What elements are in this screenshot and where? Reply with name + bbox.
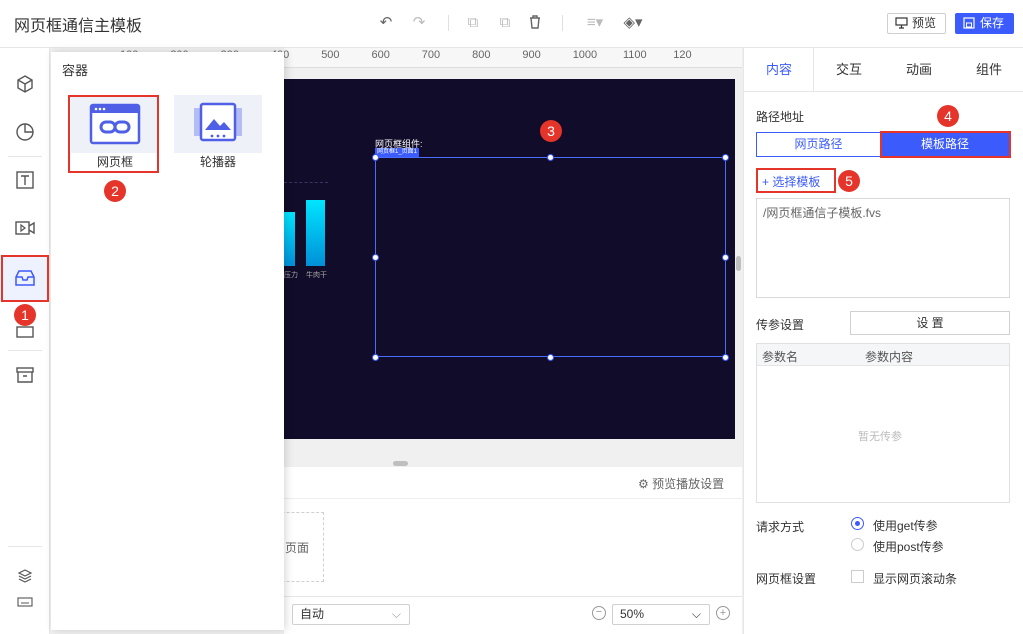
chart-bar-label: 牛肉干	[306, 272, 327, 279]
ruler-tick-label: 1100	[623, 49, 647, 61]
resize-handle[interactable]	[722, 254, 729, 261]
preview-button[interactable]: 预览	[887, 13, 946, 34]
step-badge: 3	[540, 120, 562, 142]
divider	[8, 546, 42, 547]
chart-bar	[306, 200, 325, 266]
param-label: 传参设置	[756, 318, 805, 332]
undo-icon[interactable]: ↶	[377, 14, 395, 32]
get-radio-label[interactable]: 使用get传参	[873, 517, 938, 534]
request-method-label: 请求方式	[756, 520, 805, 534]
toolbar-divider	[562, 15, 563, 31]
post-radio-label[interactable]: 使用post传参	[873, 538, 944, 555]
preview-settings-link[interactable]: ⚙ 预览播放设置	[638, 475, 724, 492]
zoom-in-icon[interactable]: +	[716, 606, 730, 620]
resize-handle[interactable]	[547, 154, 554, 161]
template-path-field[interactable]: /网页框通信子模板.fvs	[756, 198, 1010, 298]
param-value-header: 参数内容	[865, 350, 914, 364]
horizontal-scrollbar[interactable]	[284, 459, 742, 467]
show-scrollbar-checkbox[interactable]	[851, 570, 864, 583]
ruler-tick-label: 700	[421, 49, 441, 61]
chart-bar-label: 压力	[284, 272, 298, 279]
resize-handle[interactable]	[547, 354, 554, 361]
resize-handle[interactable]	[722, 354, 729, 361]
copy-icon[interactable]: ⧉	[464, 14, 482, 32]
resize-handle[interactable]	[722, 154, 729, 161]
zoom-select[interactable]: 50% ⌵	[612, 604, 710, 625]
step-badge: 1	[14, 304, 36, 326]
layers-icon[interactable]	[11, 562, 39, 590]
divider	[284, 498, 742, 499]
resize-handle[interactable]	[372, 254, 379, 261]
web-frame-component[interactable]	[375, 157, 726, 357]
play-mode-select[interactable]: 自动 ⌵	[292, 604, 410, 625]
ruler-tick-label: 800	[472, 49, 491, 61]
resize-handle[interactable]	[372, 154, 379, 161]
carousel-component-tile[interactable]	[174, 95, 262, 153]
path-label: 路径地址	[756, 110, 805, 124]
save-button[interactable]: 保存	[955, 13, 1014, 34]
highlight-box	[1, 255, 49, 302]
align-icon[interactable]: ≡▾	[582, 14, 608, 32]
post-radio[interactable]	[851, 538, 864, 551]
tab-interaction[interactable]: 交互	[814, 48, 884, 92]
vertical-scrollbar-thumb[interactable]	[736, 256, 741, 271]
show-scrollbar-label[interactable]: 显示网页滚动条	[873, 570, 957, 587]
text-icon[interactable]	[11, 166, 39, 194]
pie-chart-icon[interactable]	[11, 118, 39, 146]
video-icon[interactable]	[11, 214, 39, 242]
cube-icon[interactable]	[11, 70, 39, 98]
highlight-box	[880, 131, 1011, 158]
step-badge: 5	[838, 170, 860, 192]
ruler-tick-label: 900	[522, 49, 541, 61]
ruler-tick-label: 1000	[572, 49, 598, 61]
ruler-tick-label: 500	[321, 49, 340, 61]
delete-icon[interactable]	[526, 14, 544, 32]
chevron-down-icon: ⌵	[691, 607, 701, 621]
chart-gridline	[284, 182, 328, 183]
frame-settings-label: 网页框设置	[756, 572, 817, 586]
app-title: 网页框通信主模板	[14, 18, 143, 35]
tab-animation[interactable]: 动画	[884, 48, 954, 92]
param-name-header: 参数名	[762, 350, 799, 364]
param-settings-button[interactable]: 设 置	[850, 311, 1010, 335]
tab-divider	[744, 48, 814, 92]
tab-component[interactable]: 组件	[954, 48, 1023, 92]
web-path-option[interactable]: 网页路径	[756, 132, 881, 157]
redo-icon[interactable]: ↷	[410, 14, 428, 32]
toolbar-divider	[448, 15, 449, 31]
scrollbar-thumb[interactable]	[393, 461, 408, 466]
chart-bar	[284, 212, 295, 266]
page-card-label: 页面	[285, 541, 310, 555]
highlight-box	[756, 168, 836, 193]
horizontal-ruler: 10020030040050060070080090010001100120	[120, 48, 742, 68]
highlight-box	[68, 95, 159, 173]
carousel-label[interactable]: 轮播器	[174, 153, 262, 170]
panel-title: 容器	[62, 63, 89, 78]
layers-icon[interactable]: ◈▾	[620, 14, 646, 32]
divider	[8, 156, 42, 157]
divider	[8, 350, 42, 351]
zoom-out-icon[interactable]: −	[592, 606, 606, 620]
component-tag: 网页框1_页面1	[375, 148, 420, 157]
ruler-tick-label: 600	[371, 49, 390, 61]
get-radio[interactable]	[851, 517, 864, 530]
gear-icon: ⚙	[638, 477, 653, 491]
param-table	[756, 343, 1010, 503]
paste-icon[interactable]: ⧉	[496, 14, 514, 32]
resize-handle[interactable]	[372, 354, 379, 361]
chevron-down-icon: ⌵	[391, 607, 401, 621]
step-badge: 2	[104, 180, 126, 202]
step-badge: 4	[937, 105, 959, 127]
keyboard-shortcut-icon[interactable]	[11, 588, 39, 616]
radio-dot	[855, 521, 860, 526]
ruler-tick-label: 120	[673, 49, 692, 61]
archive-icon[interactable]	[11, 361, 39, 389]
empty-state-text: 暂无传参	[858, 431, 902, 443]
